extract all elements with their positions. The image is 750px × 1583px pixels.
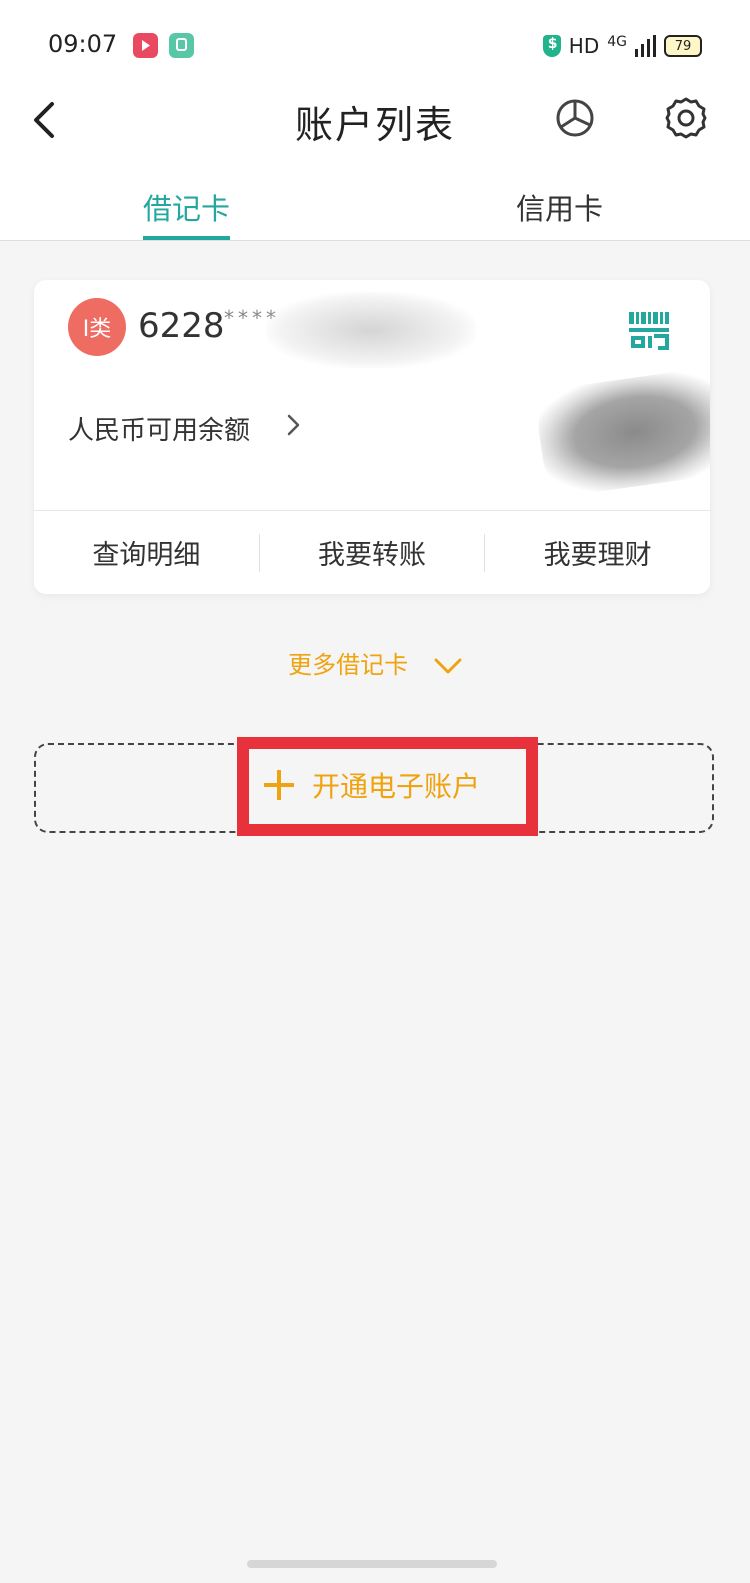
status-indicators: $ HD 4G 79 [542,32,702,60]
transfer-button[interactable]: 我要转账 [260,533,485,572]
active-tab-indicator [143,236,230,240]
balance-redaction-blur [533,365,710,499]
card-actions: 查询明细 我要转账 我要理财 [34,511,710,594]
video-app-icon [133,33,158,58]
account-card[interactable]: I类 6228 **** 人民币可用余额 查询明细 我要转账 我要理财 [34,280,710,594]
app-header: 账户列表 借记卡 信用卡 [0,90,750,241]
qr-code-icon[interactable] [628,310,670,350]
redaction-blur [266,292,476,368]
gear-icon[interactable] [664,96,708,140]
tab-credit-card[interactable]: 信用卡 [516,186,603,228]
hd-label: HD [568,34,600,58]
balance-label[interactable]: 人民币可用余额 [68,410,250,447]
card-number: 6228 [138,306,225,346]
battery-icon: 79 [664,35,702,57]
more-debit-cards-label: 更多借记卡 [288,651,409,679]
pie-chart-icon[interactable] [555,98,595,138]
status-time: 09:07 [48,30,118,58]
chat-app-icon [169,33,194,58]
chevron-down-icon [434,658,462,674]
more-debit-cards-link[interactable]: 更多借记卡 [0,645,750,680]
open-electronic-account-button[interactable]: 开通电子账户 [264,765,480,805]
chevron-right-icon[interactable] [285,414,303,436]
signal-icon [635,35,656,57]
battery-level: 79 [674,38,692,54]
tab-debit-card[interactable]: 借记卡 [143,186,230,228]
query-details-button[interactable]: 查询明细 [34,533,259,572]
shield-icon: $ [542,35,561,57]
open-account-label: 开通电子账户 [312,770,481,803]
wealth-management-button[interactable]: 我要理财 [485,533,710,572]
home-indicator [247,1560,497,1568]
status-bar: 09:07 $ HD 4G 79 [0,0,750,90]
account-class-badge: I类 [68,298,126,356]
network-label: 4G [607,34,627,50]
plus-icon [264,770,294,800]
page-title: 账户列表 [294,103,455,147]
